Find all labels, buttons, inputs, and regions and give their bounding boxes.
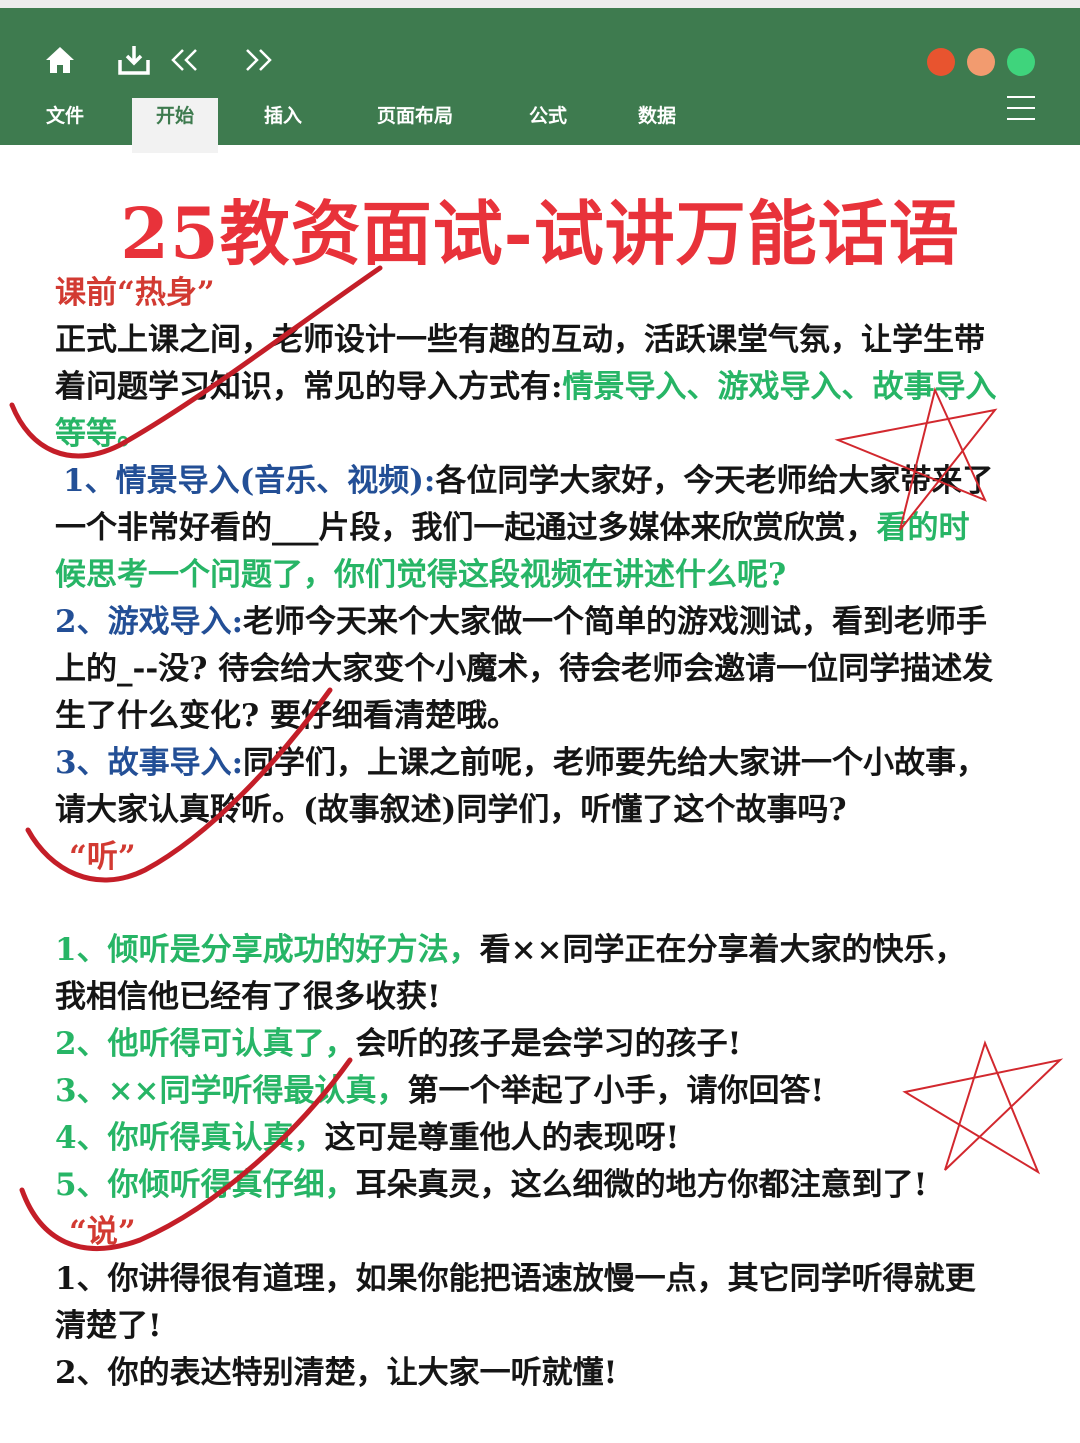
tab-home[interactable]: 开始 xyxy=(132,98,218,153)
item-label: 3、故事导入: xyxy=(55,745,244,781)
item-text: 清楚了! xyxy=(55,1308,162,1344)
highlight-text: 3、××同学听得最认真， xyxy=(55,1073,408,1109)
item-text: 生了什么变化? 要仔细看清楚哦。 xyxy=(55,698,518,734)
item-label: 2、游戏导入: xyxy=(55,604,244,640)
window-maximize-dot[interactable] xyxy=(1007,48,1035,76)
item-text: 2、你的表达特别清楚，让大家一听就懂! xyxy=(55,1355,618,1391)
window-close-dot[interactable] xyxy=(927,48,955,76)
tab-data[interactable]: 数据 xyxy=(622,98,692,153)
item-text: 请大家认真聆听。(故事叙述)同学们，听懂了这个故事吗? xyxy=(55,792,847,828)
tab-insert[interactable]: 插入 xyxy=(248,98,318,153)
document-title: 25教资面试-试讲万能话语 xyxy=(120,192,960,275)
tab-file[interactable]: 文件 xyxy=(30,98,100,153)
ribbon-tabs: 文件 开始 插入 页面布局 公式 数据 xyxy=(0,90,1080,153)
document-body: 课前“热身” 正式上课之间，老师设计一些有趣的互动，活跃课堂气氛，让学生带 着问… xyxy=(55,270,1077,1397)
item-label: 1、情景导入(音乐、视频): xyxy=(63,463,436,499)
highlight-text: 4、你听得真认真， xyxy=(55,1120,325,1156)
app-ribbon: 文件 开始 插入 页面布局 公式 数据 xyxy=(0,8,1080,153)
menu-icon[interactable] xyxy=(1007,96,1035,122)
item-text: 第一个举起了小手，请你回答! xyxy=(407,1073,825,1109)
section-heading-warmup: 课前“热身” xyxy=(55,275,215,311)
item-text: 我相信他已经有了很多收获! xyxy=(55,979,441,1015)
tab-formulas[interactable]: 公式 xyxy=(513,98,583,153)
highlight-text: 5、你倾听得真仔细， xyxy=(55,1167,356,1203)
item-text: 上的_--没? 待会给大家变个小魔术，待会老师会邀请一位同学描述发 xyxy=(55,651,994,687)
tab-page-layout[interactable]: 页面布局 xyxy=(360,98,470,153)
item-text: 这可是尊重他人的表现呀! xyxy=(324,1120,680,1156)
highlight-text: 看的时 xyxy=(876,510,970,546)
item-text: 会听的孩子是会学习的孩子! xyxy=(355,1026,742,1062)
highlight-text: 候思考一个问题了，你们觉得这段视频在讲述什么呢? xyxy=(55,557,787,593)
section-heading-speak: “说” xyxy=(69,1214,136,1250)
item-text: 1、你讲得很有道理，如果你能把语速放慢一点，其它同学听得就更 xyxy=(55,1261,976,1297)
paragraph-text: 着问题学习知识，常见的导入方式有: xyxy=(55,369,563,405)
highlight-text: 2、他听得可认真了， xyxy=(55,1026,356,1062)
home-icon[interactable] xyxy=(38,38,82,82)
item-text: 看××同学正在分享着大家的快乐， xyxy=(479,932,966,968)
double-chevron-right-icon[interactable] xyxy=(236,38,280,82)
item-text: 老师今天来个大家做一个简单的游戏测试，看到老师手 xyxy=(243,604,988,640)
window-minimize-dot[interactable] xyxy=(967,48,995,76)
section-heading-listen: “听” xyxy=(69,839,136,875)
download-icon[interactable] xyxy=(112,38,156,82)
item-text: 各位同学大家好，今天老师给大家带来了 xyxy=(435,463,994,499)
highlight-text: 情景导入、游戏导入、故事导入 xyxy=(562,369,997,405)
top-strip xyxy=(0,0,1080,8)
item-text: 一个非常好看的___片段，我们一起通过多媒体来欣赏欣赏， xyxy=(55,510,877,546)
double-chevron-left-icon[interactable] xyxy=(163,38,207,82)
item-text: 同学们，上课之前呢，老师要先给大家讲一个小故事， xyxy=(243,745,988,781)
item-text: 耳朵真灵，这么细微的地方你都注意到了! xyxy=(355,1167,928,1203)
paragraph-line: 正式上课之间，老师设计一些有趣的互动，活跃课堂气氛，让学生带 xyxy=(55,322,985,358)
highlight-text: 1、倾听是分享成功的好方法， xyxy=(55,932,480,968)
paragraph-line: 等等。 xyxy=(55,416,148,452)
